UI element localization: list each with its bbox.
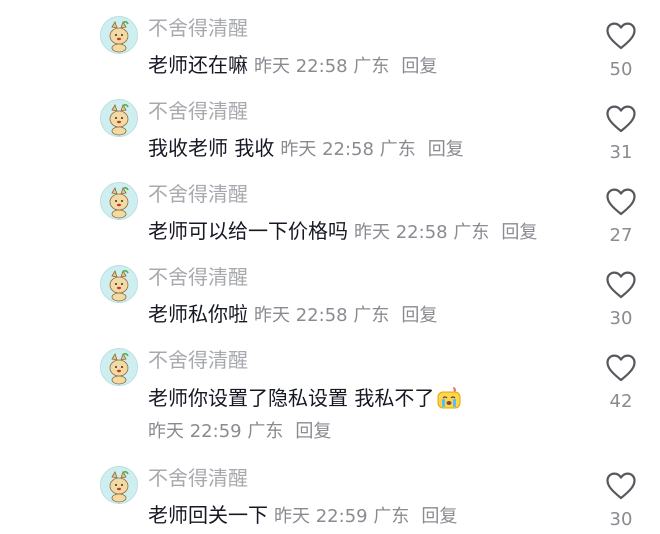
heart-outline-icon [606,188,636,216]
like-count: 31 [609,142,633,163]
comment-body: 老师私你啦 昨天 22:58 广东 回复 [148,301,437,329]
comment-text: 老师可以给一下价格吗 [148,219,348,243]
comment-body: 老师回关一下 昨天 22:59 广东 回复 [148,502,457,530]
comment-username[interactable]: 不舍得清醒 [148,466,248,490]
dog-avatar-icon [101,17,137,53]
comment-location: 广东 [453,222,490,243]
comment-username[interactable]: 不舍得清醒 [148,16,248,40]
crying-emoji-icon [437,387,461,409]
comment-time: 昨天 22:59 [148,421,242,442]
like-count: 50 [609,59,633,80]
heart-outline-icon [606,271,636,299]
comment-location: 广东 [353,305,390,326]
like-count: 27 [609,225,633,246]
avatar[interactable] [100,16,138,54]
avatar[interactable] [100,265,138,303]
like-button[interactable]: 30 [604,472,638,530]
like-button[interactable]: 27 [604,188,638,246]
comment-body: 我收老师 我收 昨天 22:58 广东 回复 [148,135,464,163]
comment-text: 我收老师 我收 [148,136,275,160]
comment-time: 昨天 22:58 [354,222,448,243]
comment-location: 广东 [247,421,284,442]
heart-outline-icon [606,105,636,133]
reply-button[interactable]: 回复 [401,56,437,77]
comment-location: 广东 [353,56,390,77]
heart-outline-icon [606,472,636,500]
comment-location: 广东 [379,139,416,160]
reply-button[interactable]: 回复 [295,421,331,442]
comment-time: 昨天 22:58 [280,139,374,160]
comment-text: 老师私你啦 [148,302,248,326]
reply-button[interactable]: 回复 [421,506,457,527]
comment-username[interactable]: 不舍得清醒 [148,265,248,289]
dog-avatar-icon [101,266,137,302]
like-count: 30 [609,308,633,329]
comment-username[interactable]: 不舍得清醒 [148,99,248,123]
like-button[interactable]: 42 [604,354,638,412]
comment-time: 昨天 22:59 [274,506,368,527]
comment-username[interactable]: 不舍得清醒 [148,348,248,372]
comment-body: 老师你设置了隐私设置 我私不了 [148,384,462,411]
dog-avatar-icon [101,183,137,219]
avatar[interactable] [100,99,138,137]
heart-outline-icon [606,354,636,382]
dog-avatar-icon [101,349,137,385]
comment-text: 老师还在嘛 [148,53,248,77]
avatar[interactable] [100,348,138,386]
comment-username[interactable]: 不舍得清醒 [148,182,248,206]
dog-avatar-icon [101,100,137,136]
comment-body: 老师可以给一下价格吗 昨天 22:58 广东 回复 [148,218,537,246]
comment-body: 老师还在嘛 昨天 22:58 广东 回复 [148,52,437,80]
avatar[interactable] [100,182,138,220]
like-button[interactable]: 50 [604,22,638,80]
reply-button[interactable]: 回复 [401,305,437,326]
like-button[interactable]: 30 [604,271,638,329]
comment-location: 广东 [373,506,410,527]
like-count: 30 [609,509,633,530]
like-button[interactable]: 31 [604,105,638,163]
comment-text: 老师回关一下 [148,503,268,527]
heart-outline-icon [606,22,636,50]
comment-time: 昨天 22:58 [254,305,348,326]
reply-button[interactable]: 回复 [428,139,464,160]
comment-time: 昨天 22:58 [254,56,348,77]
comment-text: 老师你设置了隐私设置 我私不了 [148,386,435,410]
comment-meta: 昨天 22:59 广东 回复 [148,420,331,444]
avatar[interactable] [100,466,138,504]
reply-button[interactable]: 回复 [501,222,537,243]
dog-avatar-icon [101,467,137,503]
like-count: 42 [609,391,633,412]
